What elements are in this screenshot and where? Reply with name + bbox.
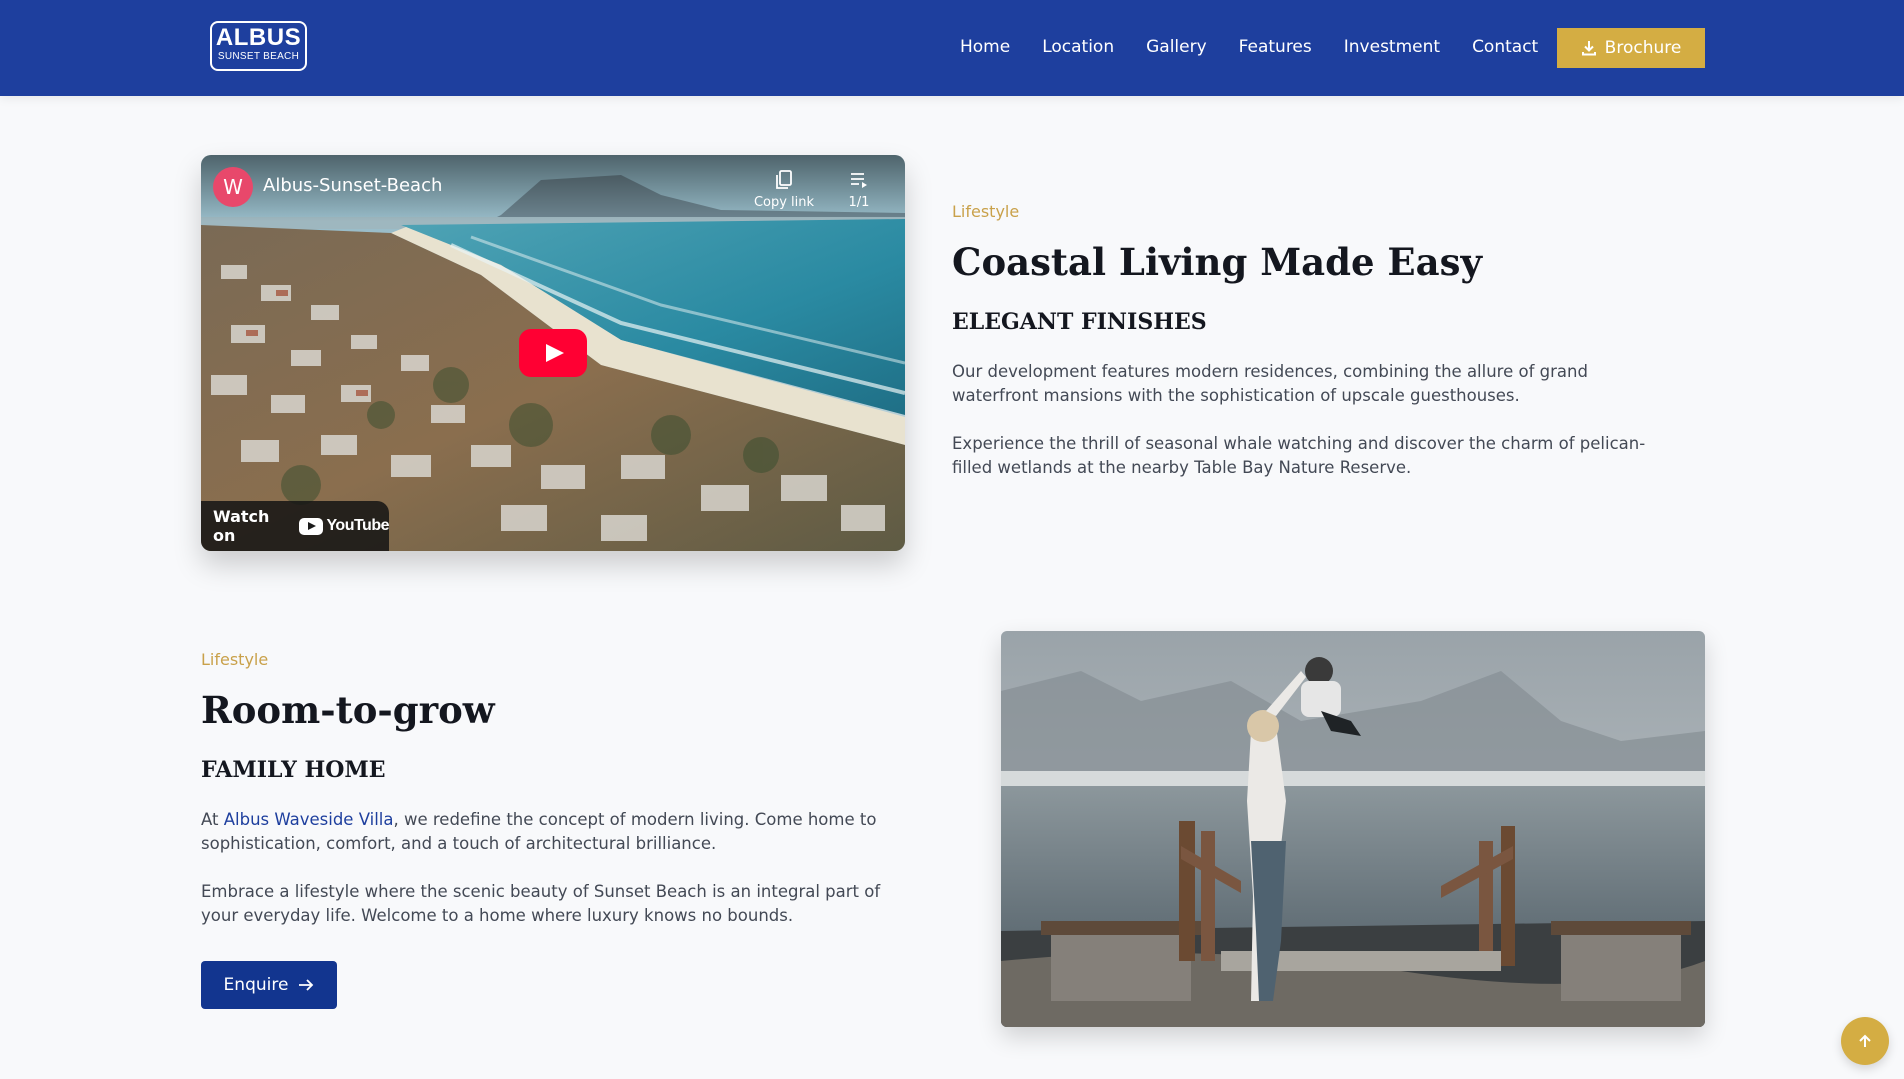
- copy-link-label: Copy link: [753, 195, 815, 210]
- main-nav: Home Location Gallery Features Investmen…: [960, 36, 1570, 58]
- brochure-label: Brochure: [1604, 38, 1682, 58]
- playlist-count: 1/1: [848, 195, 870, 210]
- play-button[interactable]: [519, 329, 587, 377]
- section2-paragraph-1: At Albus Waveside Villa, we redefine the…: [201, 808, 901, 856]
- watch-on-youtube-link[interactable]: Watch on YouTube: [201, 501, 389, 551]
- nav-contact[interactable]: Contact: [1472, 36, 1538, 58]
- enquire-label: Enquire: [223, 975, 289, 995]
- logo-wordmark: ALBUS: [215, 24, 302, 51]
- copy-link-button[interactable]: Copy link: [749, 169, 819, 210]
- enquire-button[interactable]: Enquire: [201, 961, 337, 1009]
- youtube-play-icon: [299, 517, 324, 535]
- copy-icon: [776, 170, 792, 189]
- nav-features[interactable]: Features: [1239, 36, 1312, 58]
- section2-paragraph-2: Embrace a lifestyle where the scenic bea…: [201, 882, 881, 925]
- video-title[interactable]: Albus-Sunset-Beach: [263, 175, 442, 196]
- nav-home[interactable]: Home: [960, 36, 1010, 58]
- logo-tagline: SUNSET BEACH: [217, 51, 300, 62]
- family-photo: [1001, 631, 1705, 1027]
- section2-subheading: FAMILY HOME: [201, 757, 386, 783]
- section1-eyebrow: Lifestyle: [952, 202, 1020, 221]
- brochure-button[interactable]: Brochure: [1557, 28, 1705, 68]
- scroll-to-top-button[interactable]: [1841, 1017, 1889, 1065]
- section1-subheading: ELEGANT FINISHES: [952, 309, 1207, 335]
- arrow-right-icon: [299, 979, 314, 991]
- nav-gallery[interactable]: Gallery: [1146, 36, 1207, 58]
- youtube-wordmark: YouTube: [326, 517, 389, 534]
- youtube-logo: YouTube: [299, 517, 389, 535]
- albus-waveside-villa-link[interactable]: Albus Waveside Villa: [224, 810, 394, 829]
- site-header: ALBUS SUNSET BEACH Home Location Gallery…: [0, 0, 1904, 96]
- watch-on-label: Watch on: [213, 507, 270, 545]
- playlist-button[interactable]: 1/1: [839, 169, 879, 210]
- section1-paragraph-2: Experience the thrill of seasonal whale …: [952, 434, 1646, 477]
- section2-heading: Room-to-grow: [201, 688, 495, 732]
- nav-investment[interactable]: Investment: [1344, 36, 1440, 58]
- para1-prefix: At: [201, 810, 224, 829]
- section1-heading: Coastal Living Made Easy: [952, 240, 1482, 284]
- arrow-up-icon: [1859, 1034, 1871, 1047]
- section1-paragraph-1: Our development features modern residenc…: [952, 362, 1588, 405]
- section2-eyebrow: Lifestyle: [201, 650, 269, 669]
- channel-avatar[interactable]: W: [213, 167, 253, 207]
- mother-child-beach-photo: [1001, 631, 1705, 1027]
- site-logo[interactable]: ALBUS SUNSET BEACH: [210, 21, 307, 71]
- nav-location[interactable]: Location: [1042, 36, 1114, 58]
- download-icon: [1581, 41, 1596, 56]
- playlist-icon: [851, 173, 867, 188]
- youtube-video-embed[interactable]: W Albus-Sunset-Beach Copy link 1/1 Watch…: [201, 155, 905, 551]
